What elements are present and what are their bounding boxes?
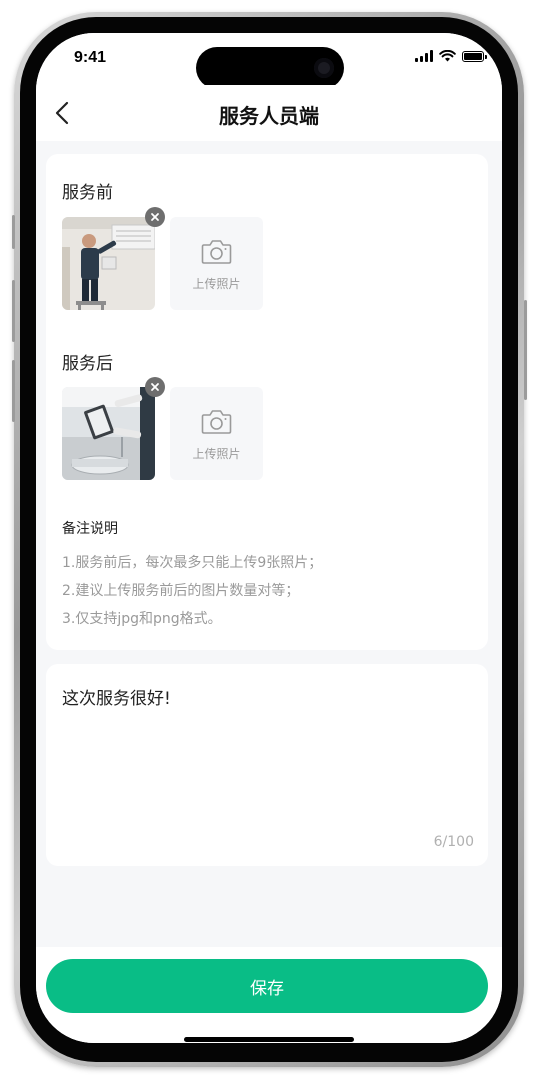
note-line: 1.服务前后，每次最多只能上传9张照片； <box>62 555 323 571</box>
notes-title: 备注说明 <box>62 521 118 537</box>
note-line: 3.仅支持jpg和png格式。 <box>62 611 222 627</box>
after-service-photo <box>62 387 155 480</box>
save-button[interactable]: 保存 <box>46 959 488 1013</box>
status-bar: 9:41 <box>36 33 502 89</box>
close-icon <box>151 383 159 391</box>
before-photo-item[interactable] <box>62 207 165 310</box>
remove-photo-button[interactable] <box>145 377 165 397</box>
status-icons <box>415 49 487 63</box>
close-icon <box>151 213 159 221</box>
upload-label: 上传照片 <box>192 447 241 461</box>
remark-textarea[interactable]: 这次服务很好! 6/100 <box>46 664 488 866</box>
nav-bar: 服务人员端 <box>36 85 502 141</box>
before-upload-button[interactable]: 上传照片 <box>170 217 263 310</box>
app-screen: 9:41 服务人员端 服务前 上传照片 服务后 上传照片 备注说明 1.服务前后… <box>36 33 502 1043</box>
note-line: 2.建议上传服务前后的图片数量对等； <box>62 583 300 599</box>
phone-side-button <box>12 215 15 249</box>
status-time: 9:41 <box>74 49 107 66</box>
before-service-photo <box>62 217 155 310</box>
camera-icon <box>201 240 232 264</box>
phone-side-button <box>524 300 527 400</box>
bottom-action-bar: 保存 <box>36 947 502 1043</box>
photo-upload-card: 服务前 上传照片 服务后 上传照片 备注说明 1.服务前后，每次最多只能上传9张… <box>46 154 488 650</box>
remove-photo-button[interactable] <box>145 207 165 227</box>
dynamic-island <box>196 47 344 89</box>
after-upload-button[interactable]: 上传照片 <box>170 387 263 480</box>
camera-icon <box>201 410 232 434</box>
before-section-title: 服务前 <box>62 183 113 203</box>
char-counter: 6/100 <box>433 834 474 850</box>
wifi-icon <box>439 50 456 62</box>
phone-side-button <box>12 360 15 422</box>
page-title: 服务人员端 <box>219 104 319 128</box>
home-indicator <box>184 1037 354 1042</box>
upload-label: 上传照片 <box>192 277 241 291</box>
after-photo-item[interactable] <box>62 377 165 480</box>
after-section-title: 服务后 <box>62 354 113 374</box>
battery-icon <box>462 50 487 62</box>
phone-side-button <box>12 280 15 342</box>
front-camera-icon <box>314 58 334 78</box>
cellular-signal-icon <box>415 50 433 62</box>
remark-text: 这次服务很好! <box>62 689 171 709</box>
